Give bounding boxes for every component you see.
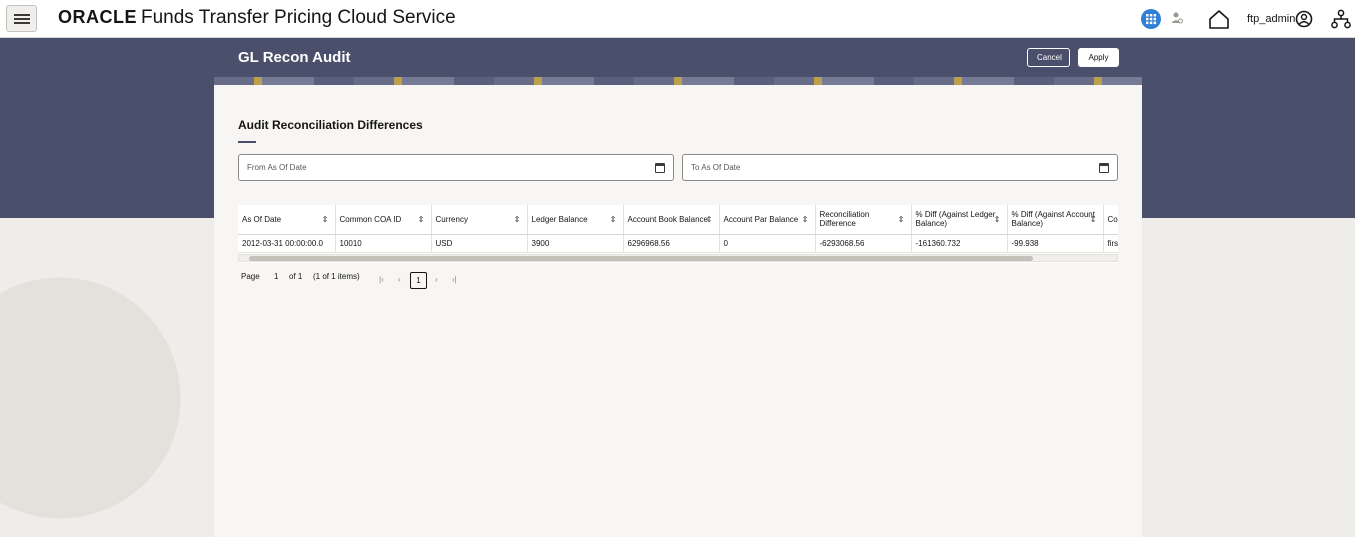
- sort-icon[interactable]: ⇕: [322, 215, 329, 224]
- sort-icon[interactable]: ⇕: [514, 215, 521, 224]
- sort-icon[interactable]: ⇕: [706, 215, 713, 224]
- table-cell: 6296968.56: [623, 234, 720, 253]
- column-header[interactable]: As Of Date ⇕: [238, 205, 336, 235]
- table-cell: -161360.732: [911, 234, 1008, 253]
- first-page-icon[interactable]: |‹: [379, 272, 384, 288]
- column-header[interactable]: Co: [1103, 205, 1118, 235]
- column-header[interactable]: Currency ⇕: [431, 205, 528, 235]
- previous-page-icon[interactable]: ‹: [398, 272, 401, 288]
- last-page-icon[interactable]: ›|: [452, 272, 457, 288]
- table-row[interactable]: 2012-03-31 00:00:00.0 10010 USD 3900 629…: [238, 234, 1118, 253]
- hamburger-line: [14, 22, 30, 24]
- user-avatar-icon[interactable]: [1294, 0, 1314, 38]
- table-cell: 2012-03-31 00:00:00.0: [238, 234, 336, 253]
- page-of-label: of 1: [289, 272, 303, 281]
- column-header-label: As Of Date: [242, 214, 282, 224]
- table-cell: firs: [1103, 234, 1118, 253]
- column-header[interactable]: Ledger Balance ⇕: [527, 205, 624, 235]
- calendar-icon[interactable]: [655, 163, 665, 173]
- next-page-icon[interactable]: ›: [435, 272, 438, 288]
- hamburger-line: [14, 14, 30, 16]
- table-cell: 10010: [335, 234, 432, 253]
- table-cell: -99.938: [1007, 234, 1104, 253]
- product-name: Funds Transfer Pricing Cloud Service: [141, 7, 456, 28]
- column-header[interactable]: Account Par Balance ⇕: [719, 205, 816, 235]
- column-header-label: Account Book Balance: [627, 214, 709, 224]
- current-page-button[interactable]: 1: [410, 272, 427, 289]
- page-title: GL Recon Audit: [238, 49, 351, 66]
- calendar-icon[interactable]: [1099, 163, 1109, 173]
- sort-icon[interactable]: ⇕: [1090, 215, 1097, 224]
- column-header-label: Co: [1107, 214, 1118, 224]
- table-cell: 0: [719, 234, 816, 253]
- oracle-logo: ORACLE: [58, 7, 137, 27]
- sort-icon[interactable]: ⇕: [898, 215, 905, 224]
- items-count: (1 of 1 items): [313, 272, 360, 281]
- column-header-label: Ledger Balance: [531, 214, 588, 224]
- user-name[interactable]: ftp_admin: [1247, 13, 1295, 25]
- column-header[interactable]: Common COA ID ⇕: [335, 205, 432, 235]
- banner-decoration: [214, 77, 1142, 85]
- navigation-menu-button[interactable]: [6, 5, 37, 32]
- sort-icon[interactable]: ⇕: [994, 215, 1001, 224]
- app-grid-icon[interactable]: [1140, 0, 1164, 38]
- content-panel: Audit Reconciliation Differences From As…: [214, 85, 1142, 537]
- from-date-placeholder: From As Of Date: [247, 163, 307, 172]
- column-header-label: Reconciliation Difference: [819, 210, 870, 229]
- hierarchy-icon[interactable]: [1330, 0, 1352, 38]
- brand: ORACLE Funds Transfer Pricing Cloud Serv…: [58, 7, 456, 29]
- cancel-button[interactable]: Cancel: [1027, 48, 1070, 67]
- page-label: Page: [241, 272, 260, 281]
- column-header[interactable]: Account Book Balance ⇕: [623, 205, 720, 235]
- from-date-field[interactable]: From As Of Date: [238, 154, 674, 181]
- table-cell: USD: [431, 234, 528, 253]
- column-header-label: Account Par Balance: [723, 214, 799, 224]
- title-underline: [238, 141, 256, 143]
- section-title: Audit Reconciliation Differences: [238, 118, 423, 132]
- column-header[interactable]: % Diff (Against Ledger Balance) ⇕: [911, 205, 1008, 235]
- home-icon[interactable]: [1207, 0, 1231, 38]
- table-cell: 3900: [527, 234, 624, 253]
- column-header[interactable]: Reconciliation Difference ⇕: [815, 205, 912, 235]
- page-number-input[interactable]: 1: [274, 272, 278, 281]
- sort-icon[interactable]: ⇕: [802, 215, 809, 224]
- user-settings-icon[interactable]: [1169, 0, 1185, 38]
- scrollbar-thumb[interactable]: [249, 256, 1033, 261]
- table-cell: -6293068.56: [815, 234, 912, 253]
- table-header-row: As Of Date ⇕ Common COA ID ⇕ Currency ⇕ Led…: [238, 205, 1118, 235]
- column-header-label: % Diff (Against Ledger Balance): [915, 210, 996, 229]
- column-header-label: Currency: [435, 214, 468, 224]
- to-date-field[interactable]: To As Of Date: [682, 154, 1118, 181]
- app-header: ORACLE Funds Transfer Pricing Cloud Serv…: [0, 0, 1355, 38]
- sort-icon[interactable]: ⇕: [610, 215, 617, 224]
- column-header-label: % Diff (Against Account Balance): [1011, 210, 1095, 229]
- recon-table: As Of Date ⇕ Common COA ID ⇕ Currency ⇕ Led…: [238, 205, 1118, 253]
- horizontal-scrollbar[interactable]: [238, 254, 1118, 262]
- column-header-label: Common COA ID: [339, 214, 402, 224]
- column-header[interactable]: % Diff (Against Account Balance) ⇕: [1007, 205, 1104, 235]
- sort-icon[interactable]: ⇕: [418, 215, 425, 224]
- hamburger-line: [14, 18, 30, 20]
- to-date-placeholder: To As Of Date: [691, 163, 741, 172]
- apply-button[interactable]: Apply: [1078, 48, 1119, 67]
